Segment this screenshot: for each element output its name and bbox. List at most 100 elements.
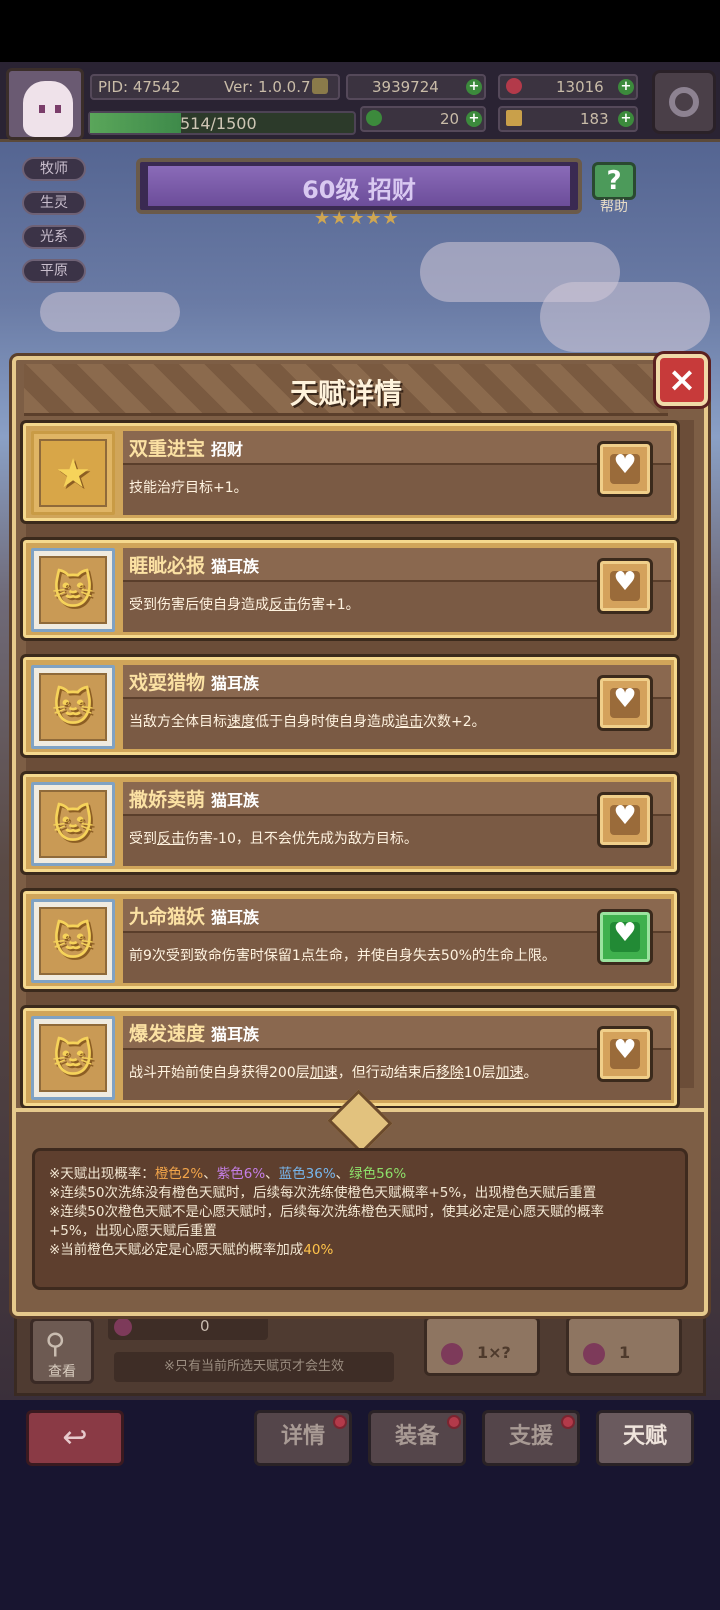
question-icon: ? xyxy=(592,162,636,200)
wish-toggle[interactable]: ♥ xyxy=(597,558,653,614)
settings-button[interactable] xyxy=(652,70,716,134)
gear-icon xyxy=(669,87,699,117)
tab-detail[interactable]: 详情 xyxy=(254,1410,352,1466)
auto-wash-button[interactable]: 1×? xyxy=(424,1316,540,1376)
add-gold-icon[interactable]: + xyxy=(466,79,482,95)
keyword-link[interactable]: 反击 xyxy=(269,597,297,613)
help-label: 帮助 xyxy=(600,199,628,215)
talent-name: 双重进宝 招财 xyxy=(129,438,244,460)
info-line: ※天赋出现概率：橙色2%、紫色6%、蓝色36%、绿色56% xyxy=(49,1166,407,1182)
level-title: 60级 招财 xyxy=(302,176,416,204)
avatar[interactable] xyxy=(6,68,84,140)
tab-talent[interactable]: 天赋 xyxy=(596,1410,694,1466)
talent-card[interactable]: 🐱 撒娇卖萌 猫耳族 受到反击伤害-10，且不会优先成为敌方目标。 ♥ xyxy=(20,771,680,875)
avatar-eye xyxy=(55,105,61,113)
page-note: ※只有当前所选天赋页才会生效 xyxy=(114,1352,394,1382)
talent-card[interactable]: 🐱 九命猫妖 猫耳族 前9次受到致命伤害时保留1点生命，并使自身失去50%的生命上… xyxy=(20,888,680,992)
wish-toggle[interactable]: ♥ xyxy=(597,1026,653,1082)
talent-icon-bg: 🐱 xyxy=(39,673,107,741)
wish-toggle[interactable]: ♥ xyxy=(597,441,653,497)
talent-icon-frame: 🐱 xyxy=(31,1016,115,1100)
tag-element[interactable]: 光系 xyxy=(22,225,86,249)
talent-name-strip: 爆发速度 猫耳族 xyxy=(123,1016,671,1050)
add-gem-icon[interactable]: + xyxy=(618,79,634,95)
clover-value: 20 xyxy=(440,110,460,128)
tag-race[interactable]: 生灵 xyxy=(22,191,86,215)
talent-icon-bg: 🐱 xyxy=(39,556,107,624)
view-label: 查看 xyxy=(48,1364,76,1380)
keyword-link[interactable]: 速度 xyxy=(227,714,255,730)
talent-desc: 受到反击伤害-10，且不会优先成为敌方目标。 xyxy=(129,831,418,847)
gem-value: 13016 xyxy=(556,78,604,96)
talent-race: 猫耳族 xyxy=(211,908,260,927)
talent-body: 睚眦必报 猫耳族 受到伤害后使自身造成反击伤害+1。 xyxy=(123,548,671,632)
cat-icon: 🐱 xyxy=(52,568,94,614)
tab-equip[interactable]: 装备 xyxy=(368,1410,466,1466)
keyword-link[interactable]: 追击 xyxy=(395,714,423,730)
potion-count: 0 xyxy=(200,1317,210,1335)
heart-icon: ♥ xyxy=(613,684,637,714)
talent-body: 撒娇卖萌 猫耳族 受到反击伤害-10，且不会优先成为敌方目标。 xyxy=(123,782,671,866)
cat-icon: 🐱 xyxy=(52,919,94,965)
talent-desc: 当敌方全体目标速度低于自身时使自身造成追击次数+2。 xyxy=(129,714,486,730)
rate-orange: 橙色2% xyxy=(154,1166,204,1182)
keyword-link[interactable]: 加速 xyxy=(496,1065,524,1081)
close-button[interactable]: × xyxy=(656,354,708,406)
potion-icon xyxy=(114,1318,132,1336)
info-line: ※当前橙色天赋必定是心愿天赋的概率加成40% xyxy=(49,1242,334,1258)
talent-race: 猫耳族 xyxy=(211,791,260,810)
cloud xyxy=(540,282,710,352)
talent-body: 戏耍猎物 猫耳族 当敌方全体目标速度低于自身时使自身造成追击次数+2。 xyxy=(123,665,671,749)
talent-body: 爆发速度 猫耳族 战斗开始前使自身获得200层加速，但行动结束后移除10层加速。 xyxy=(123,1016,671,1100)
talent-card[interactable]: 🐱 睚眦必报 猫耳族 受到伤害后使自身造成反击伤害+1。 ♥ xyxy=(20,537,680,641)
talent-body: 双重进宝 招财 技能治疗目标+1。 xyxy=(123,431,671,515)
tab-support[interactable]: 支援 xyxy=(482,1410,580,1466)
talent-desc: 战斗开始前使自身获得200层加速，但行动结束后移除10层加速。 xyxy=(129,1065,538,1081)
star-rating: ★★★★★ xyxy=(314,208,400,229)
talent-wash-button[interactable]: 1 xyxy=(566,1316,682,1376)
keyword-link[interactable]: 移除 xyxy=(436,1065,464,1081)
info-line: ※连续50次洗练没有橙色天赋时，后续每次洗练使橙色天赋概率+5%，出现橙色天赋后… xyxy=(49,1185,597,1201)
back-button[interactable]: ↩ xyxy=(26,1410,124,1466)
auto-wash-cost: 1×? xyxy=(477,1343,511,1362)
talent-card[interactable]: 🐱 爆发速度 猫耳族 战斗开始前使自身获得200层加速，但行动结束后移除10层加速… xyxy=(20,1005,680,1109)
modal-title-bar: 天赋详情 xyxy=(24,364,668,416)
keyword-link[interactable]: 加速 xyxy=(310,1065,338,1081)
info-line: +5%，出现心愿天赋后重置 xyxy=(49,1223,217,1239)
level-banner: 60级 招财 xyxy=(136,158,582,214)
help-button[interactable]: ? 帮助 xyxy=(588,162,640,216)
rate-blue: 蓝色36% xyxy=(278,1166,336,1182)
xp-bar: 514/1500 xyxy=(88,111,356,135)
tag-terrain[interactable]: 平原 xyxy=(22,259,86,283)
keyword-link[interactable]: 反击 xyxy=(157,831,185,847)
probability-info: ※天赋出现概率：橙色2%、紫色6%、蓝色36%、绿色56% ※连续50次洗练没有… xyxy=(32,1148,688,1290)
gem-counter: 13016 + xyxy=(498,74,638,100)
tab-talent-label: 天赋 xyxy=(622,1424,667,1449)
talent-card[interactable]: 🐱 戏耍猎物 猫耳族 当敌方全体目标速度低于自身时使自身造成追击次数+2。 ♥ xyxy=(20,654,680,758)
wish-toggle-active[interactable]: ♥ xyxy=(597,909,653,965)
xp-bar-fill xyxy=(90,113,181,133)
gold-counter: 3939724 + xyxy=(346,74,486,100)
heart-icon: ♥ xyxy=(613,567,637,597)
potion-counter: 0 xyxy=(108,1314,268,1340)
boots-value: 183 xyxy=(580,110,609,128)
talent-race: 猫耳族 xyxy=(211,674,260,693)
view-button[interactable]: ⚲ 查看 xyxy=(30,1318,94,1384)
talent-name-strip: 戏耍猎物 猫耳族 xyxy=(123,665,671,699)
info-line: ※连续50次橙色天赋不是心愿天赋时，后续每次洗练橙色天赋时，使其必定是心愿天赋的… xyxy=(49,1204,604,1220)
wish-toggle[interactable]: ♥ xyxy=(597,792,653,848)
potion-icon xyxy=(583,1343,605,1365)
talent-name: 撒娇卖萌 猫耳族 xyxy=(129,789,260,811)
tag-class[interactable]: 牧师 xyxy=(22,157,86,181)
heart-icon: ♥ xyxy=(613,918,637,948)
talent-icon-frame: 🐱 xyxy=(31,548,115,632)
wish-toggle[interactable]: ♥ xyxy=(597,675,653,731)
talent-card[interactable]: ★ 双重进宝 招财 技能治疗目标+1。 ♥ xyxy=(20,420,680,524)
talent-name: 爆发速度 猫耳族 xyxy=(129,1023,260,1045)
add-clover-icon[interactable]: + xyxy=(466,111,482,127)
talent-icon-bg: ★ xyxy=(39,439,107,507)
add-boots-icon[interactable]: + xyxy=(618,111,634,127)
talent-name: 九命猫妖 猫耳族 xyxy=(129,906,260,928)
heart-icon: ♥ xyxy=(613,1035,637,1065)
talent-name-strip: 撒娇卖萌 猫耳族 xyxy=(123,782,671,816)
